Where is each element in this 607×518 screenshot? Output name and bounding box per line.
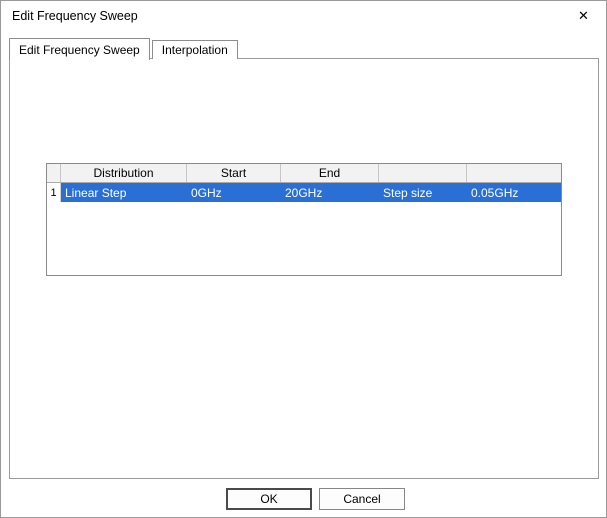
header-col4 [379, 164, 467, 182]
header-distribution: Distribution [61, 164, 187, 182]
tabstrip: Edit Frequency Sweep Interpolation [9, 37, 238, 60]
header-start: Start [187, 164, 281, 182]
cell-end[interactable]: 20GHz [281, 183, 379, 202]
close-icon[interactable]: ✕ [561, 1, 606, 31]
header-end: End [281, 164, 379, 182]
edit-frequency-sweep-dialog: Edit Frequency Sweep ✕ Edit Frequency Sw… [0, 0, 607, 518]
dialog-title: Edit Frequency Sweep [12, 9, 138, 23]
sweeps-table-header: Distribution Start End [47, 164, 561, 183]
titlebar: Edit Frequency Sweep [1, 1, 606, 31]
tab-edit-frequency-sweep[interactable]: Edit Frequency Sweep [9, 38, 150, 60]
cancel-button[interactable]: Cancel [319, 488, 405, 510]
cell-step-label[interactable]: Step size [379, 183, 467, 202]
ok-button[interactable]: OK [226, 488, 312, 510]
row-number: 1 [47, 183, 61, 202]
header-col5 [467, 164, 561, 182]
cell-distribution[interactable]: Linear Step [61, 183, 187, 202]
cell-step-size[interactable]: 0.05GHz [467, 183, 561, 202]
tab-interpolation[interactable]: Interpolation [151, 40, 238, 59]
table-row[interactable]: 1 Linear Step 0GHz 20GHz Step size 0.05G… [47, 183, 561, 202]
header-rownum [47, 164, 61, 182]
sweeps-table[interactable]: Distribution Start End 1 Linear Step 0GH… [46, 163, 562, 276]
cell-start[interactable]: 0GHz [187, 183, 281, 202]
